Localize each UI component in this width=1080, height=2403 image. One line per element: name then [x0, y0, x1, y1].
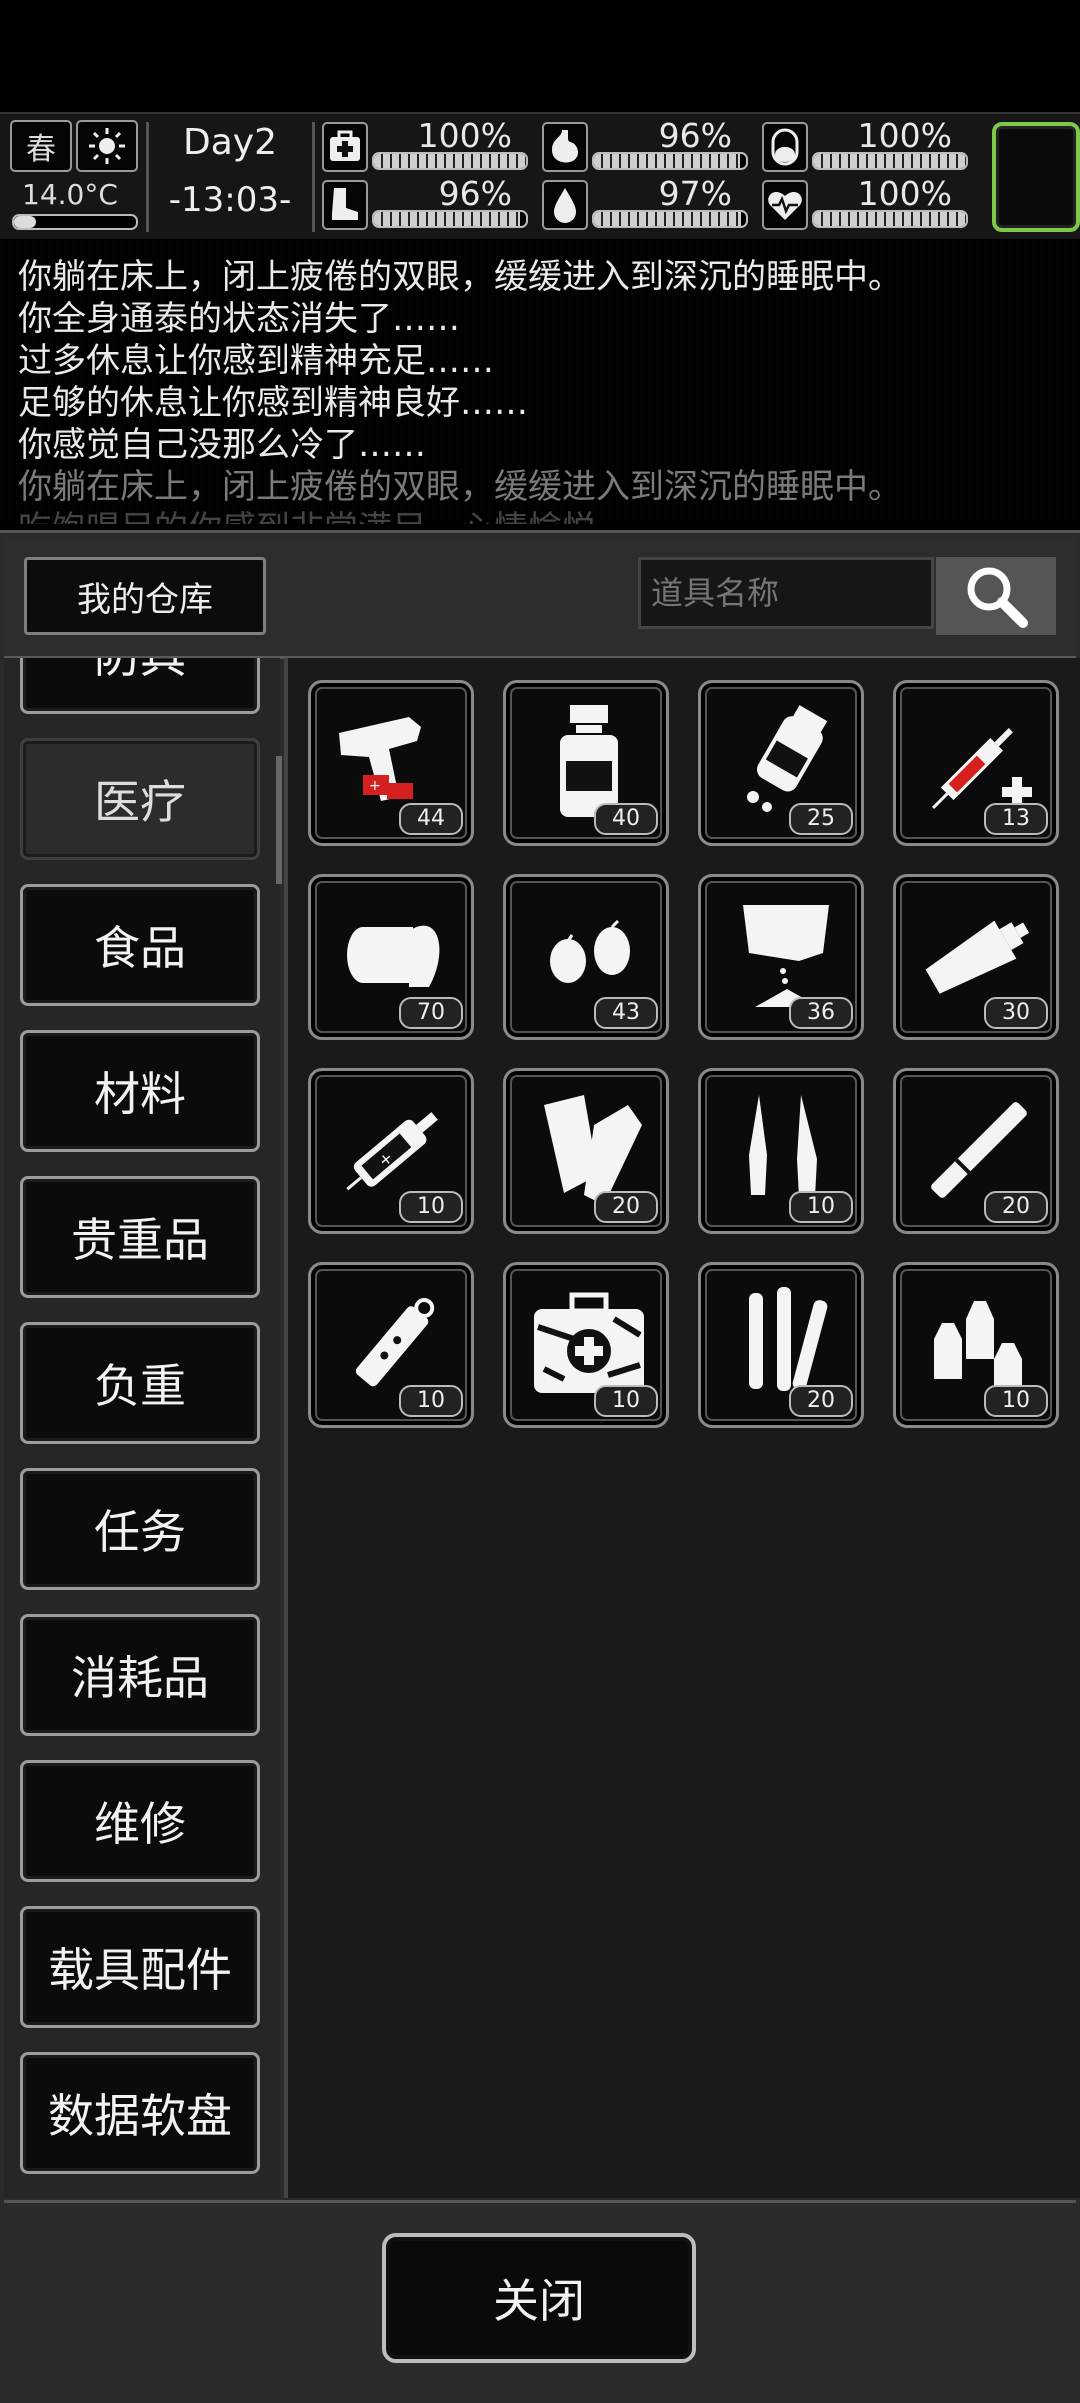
search-button[interactable]: [936, 557, 1056, 635]
day-counter: Day2: [183, 122, 277, 163]
medkit-icon: [322, 122, 368, 172]
category-tab[interactable]: 任务: [20, 1468, 260, 1590]
svg-text:+: +: [369, 778, 381, 794]
item-quantity: 20: [984, 1191, 1048, 1223]
inventory-item[interactable]: 20: [893, 1068, 1059, 1234]
inventory-item[interactable]: 10: [893, 1262, 1059, 1428]
inventory-item[interactable]: +44: [308, 680, 474, 846]
category-tab[interactable]: 防具: [20, 658, 260, 714]
heart-icon: [762, 180, 808, 230]
inventory-item[interactable]: 20: [698, 1262, 864, 1428]
inventory-item[interactable]: 20: [503, 1068, 669, 1234]
category-tab[interactable]: 数据软盘: [20, 2052, 260, 2174]
stat-bar: [592, 210, 748, 228]
stat-bar: [592, 152, 748, 170]
inventory-item[interactable]: 10: [503, 1262, 669, 1428]
category-tab[interactable]: 贵重品: [20, 1176, 260, 1298]
equipment-slot[interactable]: [992, 122, 1080, 232]
season-label: 春: [26, 132, 56, 167]
item-quantity: 43: [594, 997, 658, 1029]
item-quantity: 13: [984, 803, 1048, 835]
search-icon: [967, 567, 1028, 628]
item-quantity: 36: [789, 997, 853, 1029]
inventory-item[interactable]: 36: [698, 874, 864, 1040]
category-tab[interactable]: 消耗品: [20, 1614, 260, 1736]
item-quantity: 25: [789, 803, 853, 835]
item-quantity: 10: [594, 1385, 658, 1417]
item-quantity: 70: [399, 997, 463, 1029]
inventory-item[interactable]: 10: [698, 1068, 864, 1234]
category-sidebar[interactable]: 防具医疗食品材料贵重品负重任务消耗品维修载具配件数据软盘: [4, 658, 280, 2198]
inventory-item[interactable]: 25: [698, 680, 864, 846]
item-grid: +44 40 25 13 70 43 36 30 +10 20 10 20 10 10 20 10: [284, 658, 1080, 2198]
inventory-item[interactable]: 30: [893, 874, 1059, 1040]
warehouse-title: 我的仓库: [24, 557, 266, 635]
temperature: 14.0°C: [22, 178, 118, 211]
category-tab[interactable]: 负重: [20, 1322, 260, 1444]
item-quantity: 10: [399, 1191, 463, 1223]
temperature-gauge: [12, 214, 138, 230]
stat-value: 96%: [438, 174, 512, 213]
item-quantity: 30: [984, 997, 1048, 1029]
stat-bar: [372, 152, 528, 170]
inventory-item[interactable]: 13: [893, 680, 1059, 846]
item-quantity: 10: [789, 1191, 853, 1223]
inventory-item[interactable]: 10: [308, 1262, 474, 1428]
stat-bar: [812, 152, 968, 170]
category-tab[interactable]: 维修: [20, 1760, 260, 1882]
sidebar-scrollbar[interactable]: [276, 756, 282, 884]
inventory-item[interactable]: 43: [503, 874, 669, 1040]
pill-icon: [762, 122, 808, 172]
sun-icon: [76, 120, 138, 172]
stat-bar: [812, 210, 968, 228]
stat-value: 97%: [658, 174, 732, 213]
item-quantity: 20: [594, 1191, 658, 1223]
stomach-icon: [542, 122, 588, 172]
category-tab[interactable]: 材料: [20, 1030, 260, 1152]
item-quantity: 10: [984, 1385, 1048, 1417]
season-badge: 春: [10, 120, 72, 172]
inventory-item[interactable]: +10: [308, 1068, 474, 1234]
item-quantity: 20: [789, 1385, 853, 1417]
boot-icon: [322, 180, 368, 230]
category-tab[interactable]: 载具配件: [20, 1906, 260, 2028]
stat-value: 100%: [857, 116, 952, 155]
stat-bar: [372, 210, 528, 228]
item-quantity: 44: [399, 803, 463, 835]
inventory-item[interactable]: 70: [308, 874, 474, 1040]
close-button[interactable]: 关闭: [382, 2233, 696, 2363]
game-time: -13:03-: [168, 180, 292, 220]
water-drop-icon: [542, 180, 588, 230]
item-quantity: 40: [594, 803, 658, 835]
stat-value: 100%: [857, 174, 952, 213]
log-line: 吃饱喝足的你感到非常满足，心情愉悦: [18, 501, 596, 524]
item-quantity: 10: [399, 1385, 463, 1417]
stat-value: 100%: [417, 116, 512, 155]
category-tab[interactable]: 医疗: [20, 738, 260, 860]
inventory-item[interactable]: 40: [503, 680, 669, 846]
status-bar: 春 14.0°C Day2 -13:03- 100% 96% 100% 96% 97% 1…: [0, 112, 1080, 241]
category-tab[interactable]: 食品: [20, 884, 260, 1006]
message-log: 你躺在床上，闭上疲倦的双眼，缓缓进入到深沉的睡眠中。 你全身通泰的状态消失了…… 过…: [0, 239, 1080, 524]
item-search-input[interactable]: [638, 557, 934, 629]
stat-value: 96%: [658, 116, 732, 155]
